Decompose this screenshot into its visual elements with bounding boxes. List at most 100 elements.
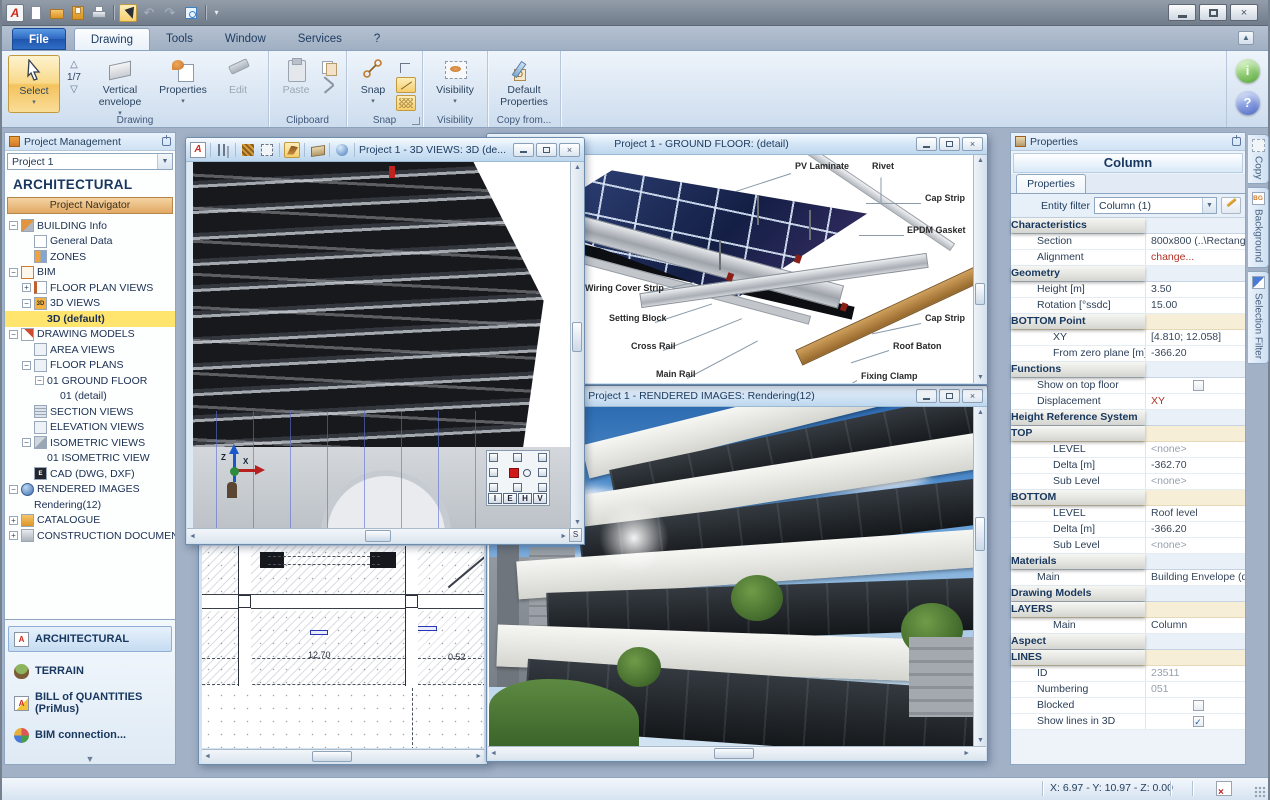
anchor-handle[interactable]: [489, 483, 498, 492]
scroll-down-arrow[interactable]: ▼: [574, 519, 581, 526]
scroll-up-arrow[interactable]: ▲: [977, 409, 984, 416]
tree-item-section-views[interactable]: SECTION VIEWS: [5, 404, 175, 420]
panel-button-terrain[interactable]: TERRAIN: [8, 658, 172, 684]
default-properties-button[interactable]: Default Properties: [494, 55, 554, 113]
tree-expander[interactable]: +: [9, 516, 18, 525]
ribbon-tab-tools[interactable]: Tools: [150, 28, 209, 50]
window-close-button[interactable]: ×: [1230, 4, 1258, 21]
property-value[interactable]: <none>: [1145, 442, 1245, 457]
minimize-button[interactable]: [916, 389, 937, 403]
section-header-materials[interactable]: Materials: [1011, 554, 1245, 570]
tree-item-construction-documents[interactable]: +CONSTRUCTION DOCUMENTS S: [5, 528, 175, 544]
open-folder-button[interactable]: [48, 4, 66, 22]
scroll-down-arrow[interactable]: ▼: [977, 737, 984, 744]
tree-item-rendering-12[interactable]: Rendering(12): [5, 497, 175, 513]
vertical-scrollbar[interactable]: ▲ ▼: [973, 407, 986, 746]
snap-line-toggle[interactable]: [396, 77, 416, 93]
chevron-down-icon[interactable]: ▼: [1202, 198, 1216, 213]
selection-view-icon[interactable]: [259, 142, 275, 158]
property-value[interactable]: -362.70: [1145, 458, 1245, 473]
resize-grip[interactable]: [1254, 786, 1266, 798]
view-refresh-button[interactable]: [182, 4, 200, 22]
snap-button[interactable]: Snap ▾: [353, 55, 393, 113]
print-button[interactable]: [90, 4, 108, 22]
window-minimize-button[interactable]: [1168, 4, 1196, 21]
tree-item-cad[interactable]: ECAD (DWG, DXF): [5, 466, 175, 482]
vertical-scrollbar[interactable]: ▲ ▼: [973, 155, 986, 383]
panel-button-architectural[interactable]: AARCHITECTURAL: [8, 626, 172, 652]
property-value[interactable]: 051: [1145, 682, 1245, 697]
tree-item-3d-views[interactable]: −3D3D VIEWS: [5, 296, 175, 312]
checkbox-blocked[interactable]: [1193, 700, 1204, 711]
properties-button[interactable]: Properties ▾: [155, 55, 211, 113]
close-button[interactable]: ×: [962, 389, 983, 403]
property-value[interactable]: change...: [1145, 250, 1245, 265]
help-button[interactable]: ?: [1236, 91, 1260, 115]
filter-edit-button[interactable]: [1221, 197, 1241, 214]
anchor-handle[interactable]: [489, 453, 498, 462]
restore-button[interactable]: [939, 137, 960, 151]
entity-filter-select[interactable]: Column (1) ▼: [1094, 197, 1217, 214]
ribbon-collapse-button[interactable]: ▲: [1238, 31, 1254, 45]
horizontal-scrollbar[interactable]: ◄ ►: [187, 528, 569, 543]
anchor-handle[interactable]: [489, 468, 498, 477]
select-button[interactable]: Select ▾: [8, 55, 60, 113]
view3d-titlebar[interactable]: Project 1 - 3D VIEWS: 3D (de... ×: [186, 138, 584, 162]
horizontal-scrollbar[interactable]: ◄ ►: [202, 749, 484, 763]
scroll-right-arrow[interactable]: ►: [560, 533, 567, 540]
pin-icon[interactable]: [1232, 137, 1241, 146]
anchor-handle[interactable]: [538, 453, 547, 462]
scroll-left-arrow[interactable]: ◄: [490, 750, 497, 757]
view-mode-i[interactable]: I: [488, 493, 502, 504]
tree-expander[interactable]: −: [22, 438, 31, 447]
snap-grid-toggle[interactable]: [396, 95, 416, 111]
side-tab-background[interactable]: BGBackground: [1248, 187, 1269, 267]
app-logo-button[interactable]: [6, 4, 24, 22]
toolbar-options-button[interactable]: [211, 4, 222, 22]
scroll-right-arrow[interactable]: ►: [963, 750, 970, 757]
horizontal-scrollbar[interactable]: ◄ ►: [488, 746, 986, 760]
close-button[interactable]: ×: [559, 143, 580, 157]
scroll-up-arrow[interactable]: ▲: [977, 157, 984, 164]
scrollbar-thumb[interactable]: [312, 751, 352, 762]
tree-item-area-views[interactable]: AREA VIEWS: [5, 342, 175, 358]
view-mode-h[interactable]: H: [518, 493, 532, 504]
subsection-header-bottom-point[interactable]: BOTTOM Point: [1011, 314, 1245, 330]
section-header-characteristics[interactable]: Characteristics: [1011, 218, 1245, 234]
section-header-height-reference-system[interactable]: Height Reference System: [1011, 410, 1245, 426]
scrollbar-thumb[interactable]: [365, 530, 391, 542]
property-value[interactable]: [4.810; 12.058]: [1145, 330, 1245, 345]
visibility-button[interactable]: Visibility ▾: [429, 55, 481, 113]
restore-button[interactable]: [939, 389, 960, 403]
tree-expander[interactable]: −: [9, 268, 18, 277]
chevron-down-icon[interactable]: ▼: [8, 754, 172, 764]
subsection-header-layers[interactable]: LAYERS: [1011, 602, 1245, 618]
property-value[interactable]: 800x800 (..\Rectang: [1145, 234, 1245, 249]
panel-button-bim-connection[interactable]: BIM connection...: [8, 722, 172, 748]
anchor-handle[interactable]: [538, 468, 547, 477]
floor-plan-canvas[interactable]: 12.70 0.52: [202, 546, 484, 748]
levels-icon[interactable]: [215, 142, 231, 158]
scroll-up-arrow[interactable]: ▲: [574, 164, 581, 171]
vertical-envelope-button[interactable]: Vertical envelope ▾: [88, 55, 152, 113]
tree-item-3d-default[interactable]: 3D (default): [5, 311, 175, 327]
property-value[interactable]: 15.00: [1145, 298, 1245, 313]
envelope-view-icon[interactable]: [309, 142, 325, 158]
property-value[interactable]: [1145, 378, 1245, 393]
subsection-header-top[interactable]: TOP: [1011, 426, 1245, 442]
vertical-scrollbar[interactable]: ▲ ▼: [570, 162, 583, 528]
tree-expander[interactable]: −: [22, 361, 31, 370]
close-button[interactable]: ×: [962, 137, 983, 151]
section-header-aspect[interactable]: Aspect: [1011, 634, 1245, 650]
copy-button[interactable]: [320, 59, 340, 75]
scrollbar-thumb[interactable]: [714, 748, 754, 759]
undo-button[interactable]: [140, 4, 158, 22]
report-icon[interactable]: [1216, 781, 1232, 796]
redo-button[interactable]: [161, 4, 179, 22]
view-mode-e[interactable]: E: [503, 493, 517, 504]
side-tab-copy[interactable]: Copy: [1248, 134, 1269, 184]
3d-viewport[interactable]: Z X IEHV: [193, 162, 570, 528]
property-value[interactable]: -366.20: [1145, 346, 1245, 361]
tree-item-floor-plans[interactable]: −FLOOR PLANS: [5, 358, 175, 374]
select-cursor-button[interactable]: [119, 4, 137, 22]
